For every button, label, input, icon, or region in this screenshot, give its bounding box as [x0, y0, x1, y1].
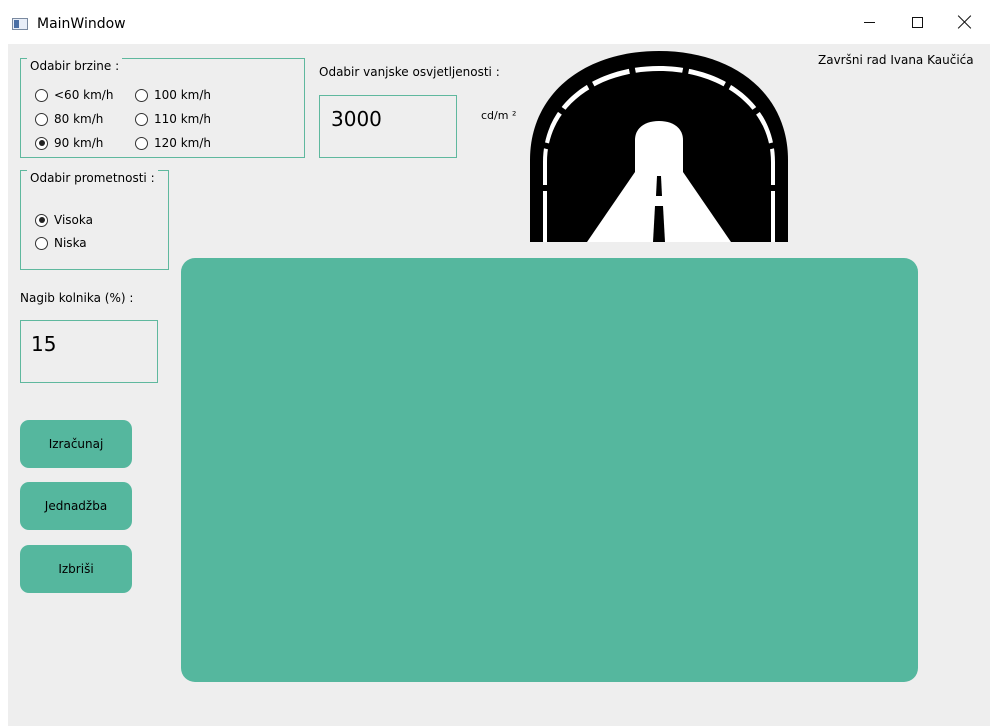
- radio-label: 90 km/h: [54, 136, 104, 150]
- radio-label: 100 km/h: [154, 88, 212, 102]
- radio-label: 110 km/h: [154, 112, 212, 126]
- minimize-button[interactable]: [845, 0, 893, 44]
- radio-indicator: [35, 112, 48, 126]
- window-title: MainWindow: [37, 16, 126, 32]
- close-button[interactable]: [941, 0, 989, 44]
- traffic-groupbox: Odabir prometnosti : Visoka Niska: [20, 170, 169, 270]
- app-icon: [12, 18, 28, 30]
- luminance-value: 3000: [331, 107, 382, 131]
- radio-label: 120 km/h: [154, 136, 212, 150]
- clear-button[interactable]: Izbriši: [20, 545, 132, 593]
- speed-option-90[interactable]: 90 km/h: [35, 135, 103, 151]
- output-panel: [181, 258, 918, 682]
- author-label: Završni rad Ivana Kaučića: [818, 53, 974, 67]
- speed-option-80[interactable]: 80 km/h: [35, 111, 103, 127]
- maximize-icon: [911, 16, 923, 28]
- luminance-unit: cd/m ²: [481, 109, 517, 122]
- speed-option-lt60[interactable]: <60 km/h: [35, 87, 113, 103]
- speed-group-title: Odabir brzine :: [27, 58, 123, 74]
- luminance-display: 3000: [319, 95, 457, 158]
- speed-option-110[interactable]: 110 km/h: [135, 111, 211, 127]
- radio-indicator: [135, 136, 148, 150]
- luminance-label: Odabir vanjske osvjetljenosti :: [319, 65, 500, 79]
- slope-label: Nagib kolnika (%) :: [20, 291, 134, 305]
- radio-indicator: [35, 236, 48, 250]
- traffic-option-low[interactable]: Niska: [35, 235, 87, 251]
- equation-button[interactable]: Jednadžba: [20, 482, 132, 530]
- radio-label: 80 km/h: [54, 112, 104, 126]
- slope-value: 15: [31, 332, 57, 356]
- title-bar: MainWindow: [0, 0, 990, 44]
- close-icon: [958, 15, 972, 29]
- minimize-icon: [863, 21, 875, 23]
- radio-indicator: [135, 112, 148, 126]
- speed-groupbox: Odabir brzine : <60 km/h 80 km/h 90 km/h…: [20, 58, 305, 158]
- main-window-client: Odabir brzine : <60 km/h 80 km/h 90 km/h…: [8, 44, 990, 726]
- traffic-group-title: Odabir prometnosti :: [27, 170, 158, 186]
- calculate-button[interactable]: Izračunaj: [20, 420, 132, 468]
- radio-indicator-checked: [35, 136, 48, 150]
- maximize-button[interactable]: [893, 0, 941, 44]
- radio-indicator: [135, 88, 148, 102]
- radio-label: Visoka: [54, 213, 93, 227]
- traffic-option-high[interactable]: Visoka: [35, 212, 93, 228]
- radio-label: Niska: [54, 236, 87, 250]
- radio-indicator-checked: [35, 213, 48, 227]
- tunnel-icon: [527, 48, 791, 242]
- slope-display: 15: [20, 320, 158, 383]
- speed-option-120[interactable]: 120 km/h: [135, 135, 211, 151]
- radio-indicator: [35, 88, 48, 102]
- speed-option-100[interactable]: 100 km/h: [135, 87, 211, 103]
- radio-label: <60 km/h: [54, 88, 114, 102]
